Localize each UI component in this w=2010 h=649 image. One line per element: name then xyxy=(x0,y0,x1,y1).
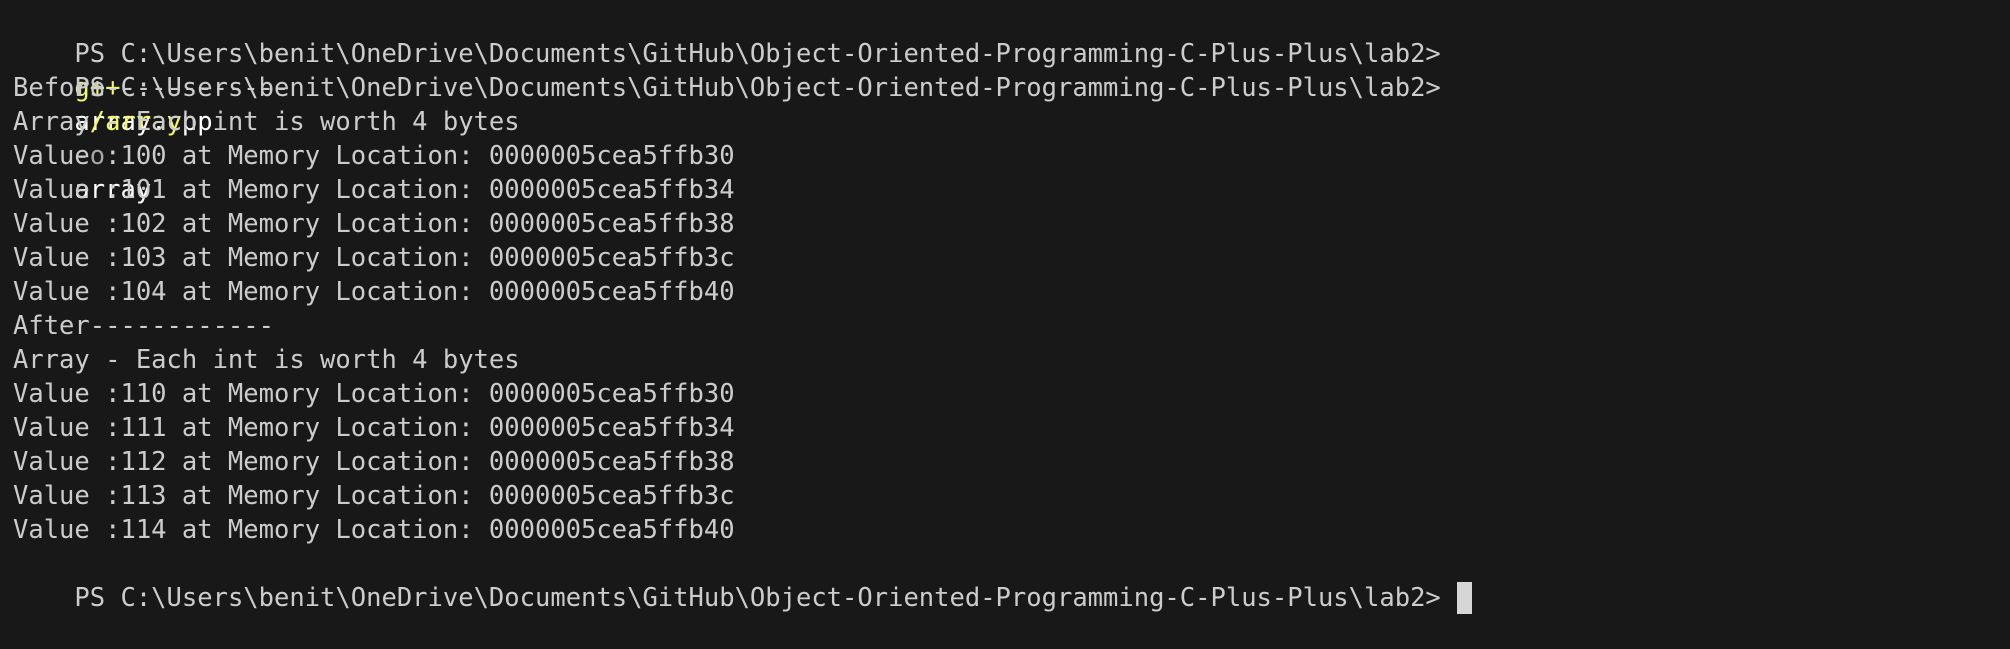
terminal-panel[interactable]: PS C:\Users\benit\OneDrive\Documents\Git… xyxy=(13,0,1998,625)
prompt: PS C:\Users\benit\OneDrive\Documents\Git… xyxy=(74,39,1441,69)
output-line-value: Value :110 at Memory Location: 0000005ce… xyxy=(13,379,735,409)
output-line-after-header: After------------ xyxy=(13,311,274,341)
output-line-value: Value :112 at Memory Location: 0000005ce… xyxy=(13,447,735,477)
terminal-cursor[interactable] xyxy=(1456,582,1472,614)
current-prompt-line[interactable]: PS C:\Users\benit\OneDrive\Documents\Git… xyxy=(13,547,1998,614)
prompt: PS C:\Users\benit\OneDrive\Documents\Git… xyxy=(74,583,1441,613)
output-line-value: Value :113 at Memory Location: 0000005ce… xyxy=(13,481,735,511)
command-line: PS C:\Users\benit\OneDrive\Documents\Git… xyxy=(13,3,1998,205)
output-line-value: Value :111 at Memory Location: 0000005ce… xyxy=(13,413,735,443)
output-line-value: Value :104 at Memory Location: 0000005ce… xyxy=(13,277,735,307)
output-line-value: Value :114 at Memory Location: 0000005ce… xyxy=(13,515,735,545)
output-line-array-info: Array - Each int is worth 4 bytes xyxy=(13,345,520,375)
output-line-value: Value :102 at Memory Location: 0000005ce… xyxy=(13,209,735,239)
output-line-array-info: Array - Each int is worth 4 bytes xyxy=(13,107,520,137)
output-line-value: Value :103 at Memory Location: 0000005ce… xyxy=(13,243,735,273)
output-line-value: Value :101 at Memory Location: 0000005ce… xyxy=(13,175,735,205)
output-line-value: Value :100 at Memory Location: 0000005ce… xyxy=(13,141,735,171)
